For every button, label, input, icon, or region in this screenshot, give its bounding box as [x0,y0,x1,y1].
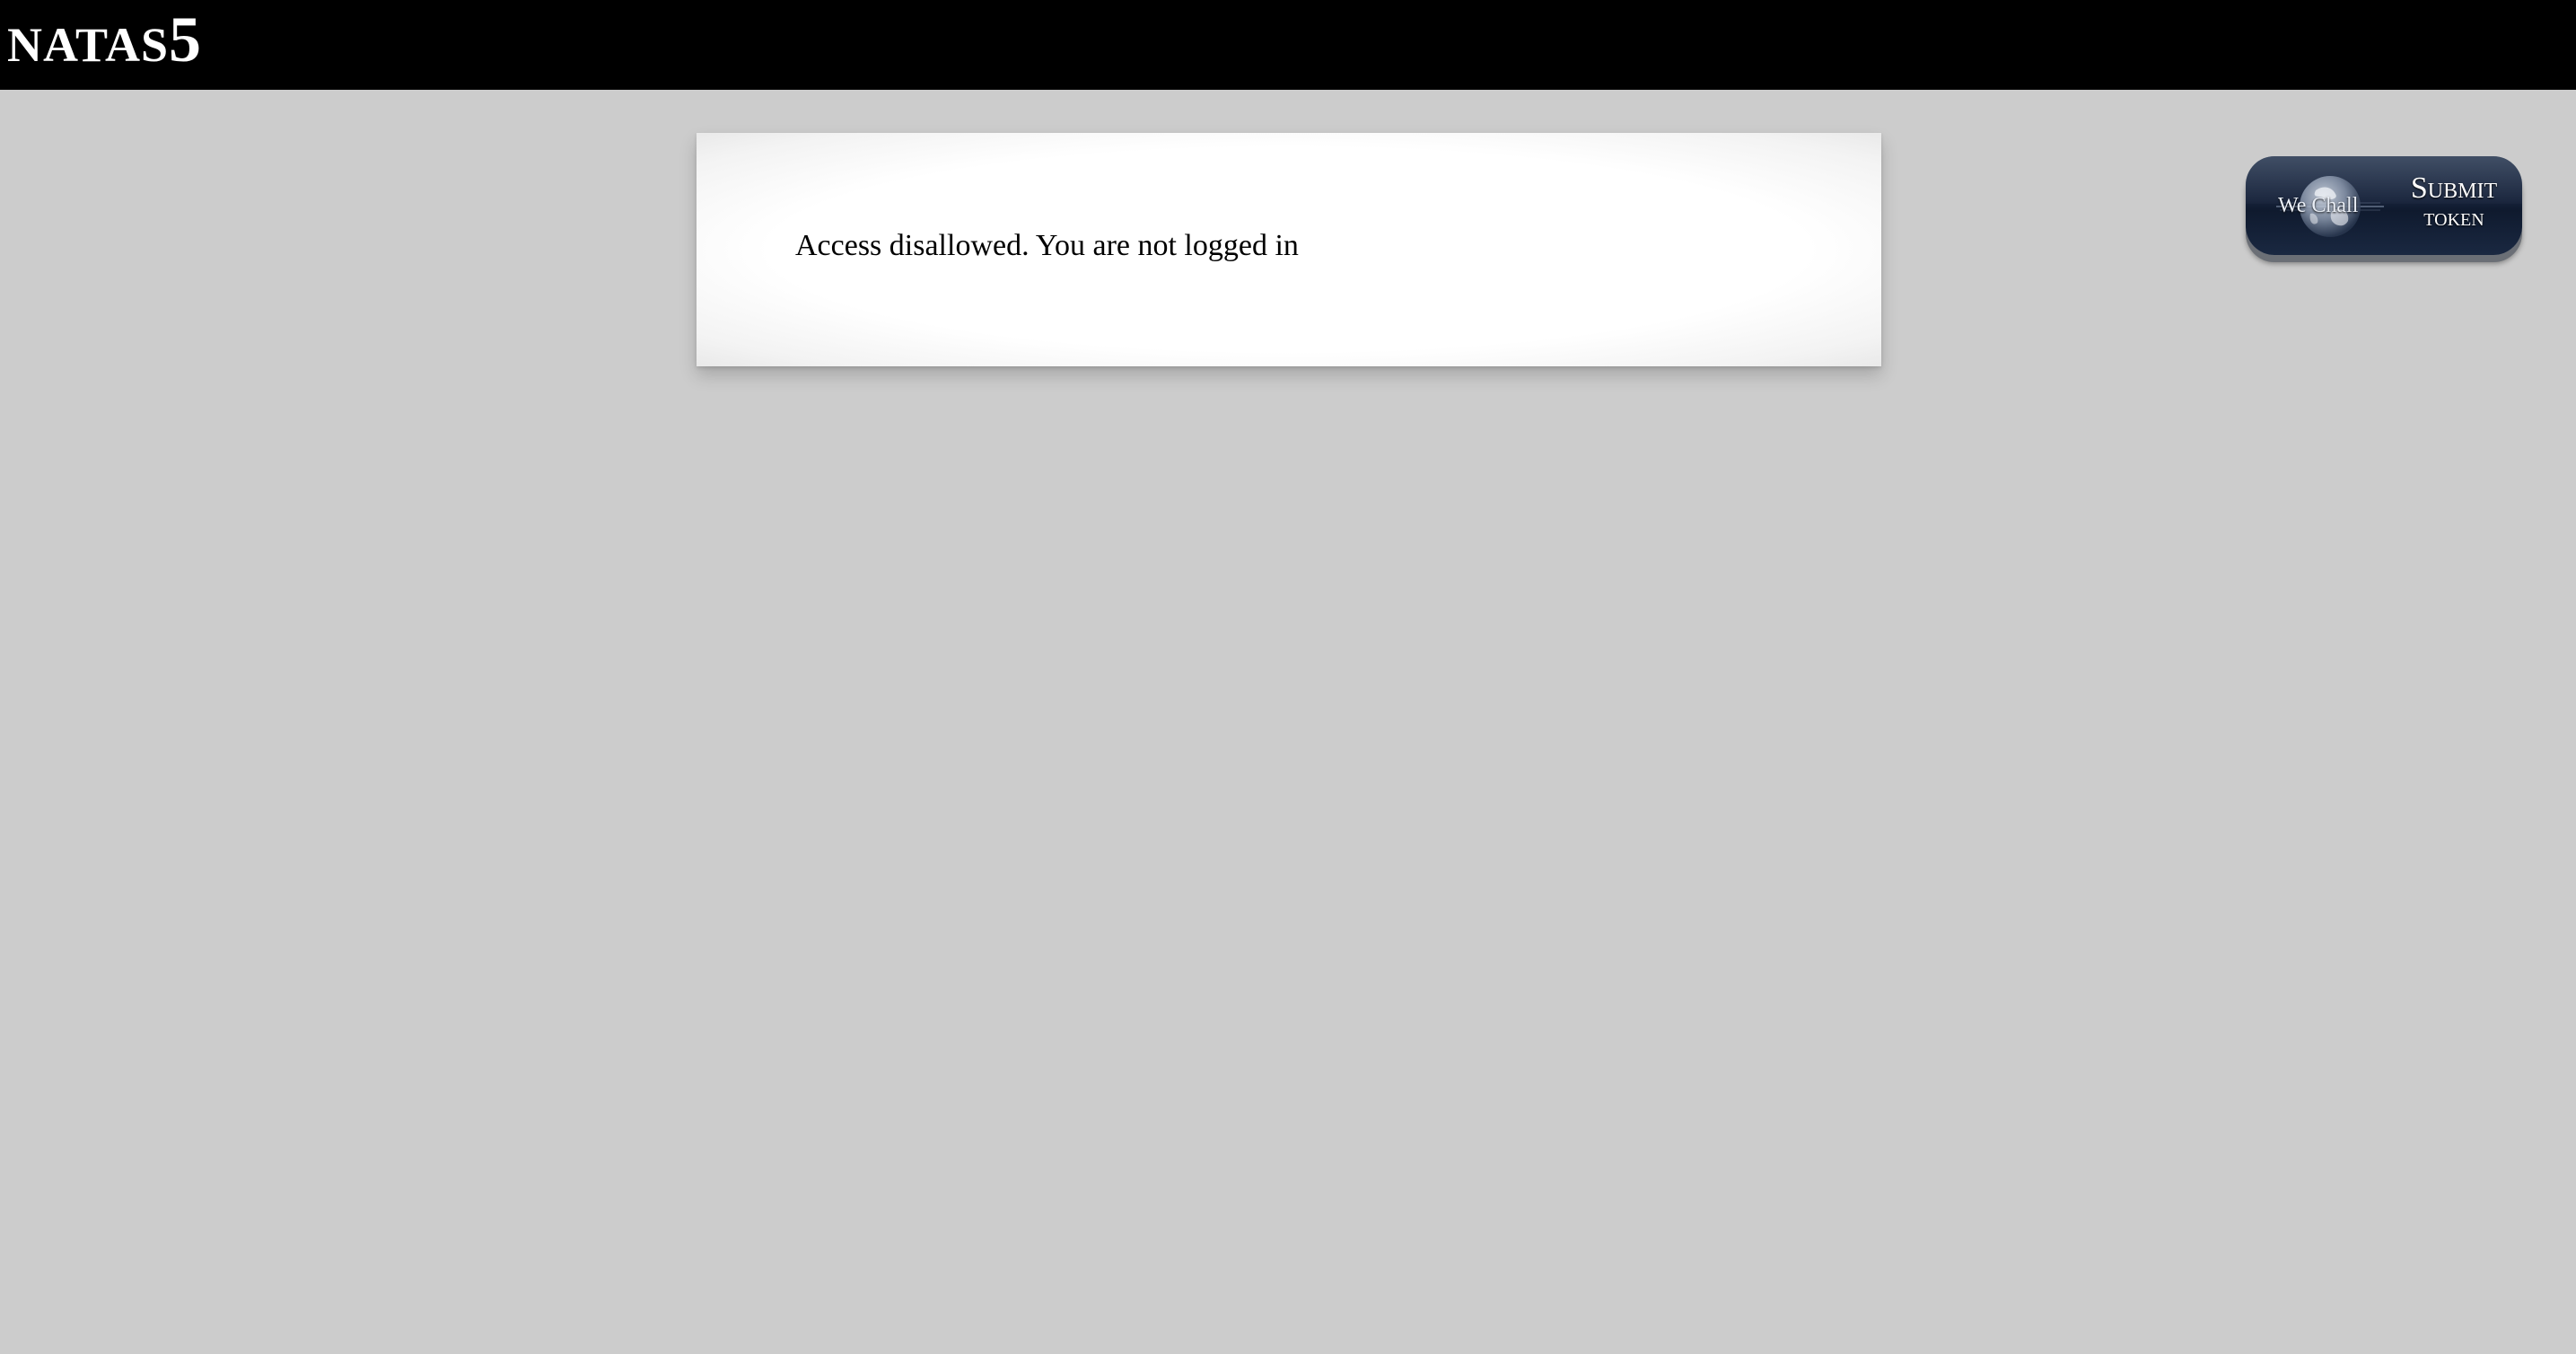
site-header: NATAS5 [0,0,2576,90]
wechall-submit-token-button[interactable]: We Chall Submit token [2246,156,2522,255]
page-title: NATAS5 [7,7,201,72]
submit-token-label: Submit token [2396,172,2511,231]
token-text: token [2423,203,2484,232]
page-title-level-number: 5 [169,4,202,75]
page-title-text: NATAS [7,18,170,72]
access-message: Access disallowed. You are not logged in [795,229,1299,262]
wechall-logo-text: We Chall [2278,194,2359,217]
content-panel: Access disallowed. You are not logged in [697,133,1881,366]
submit-text: Submit [2410,171,2498,205]
